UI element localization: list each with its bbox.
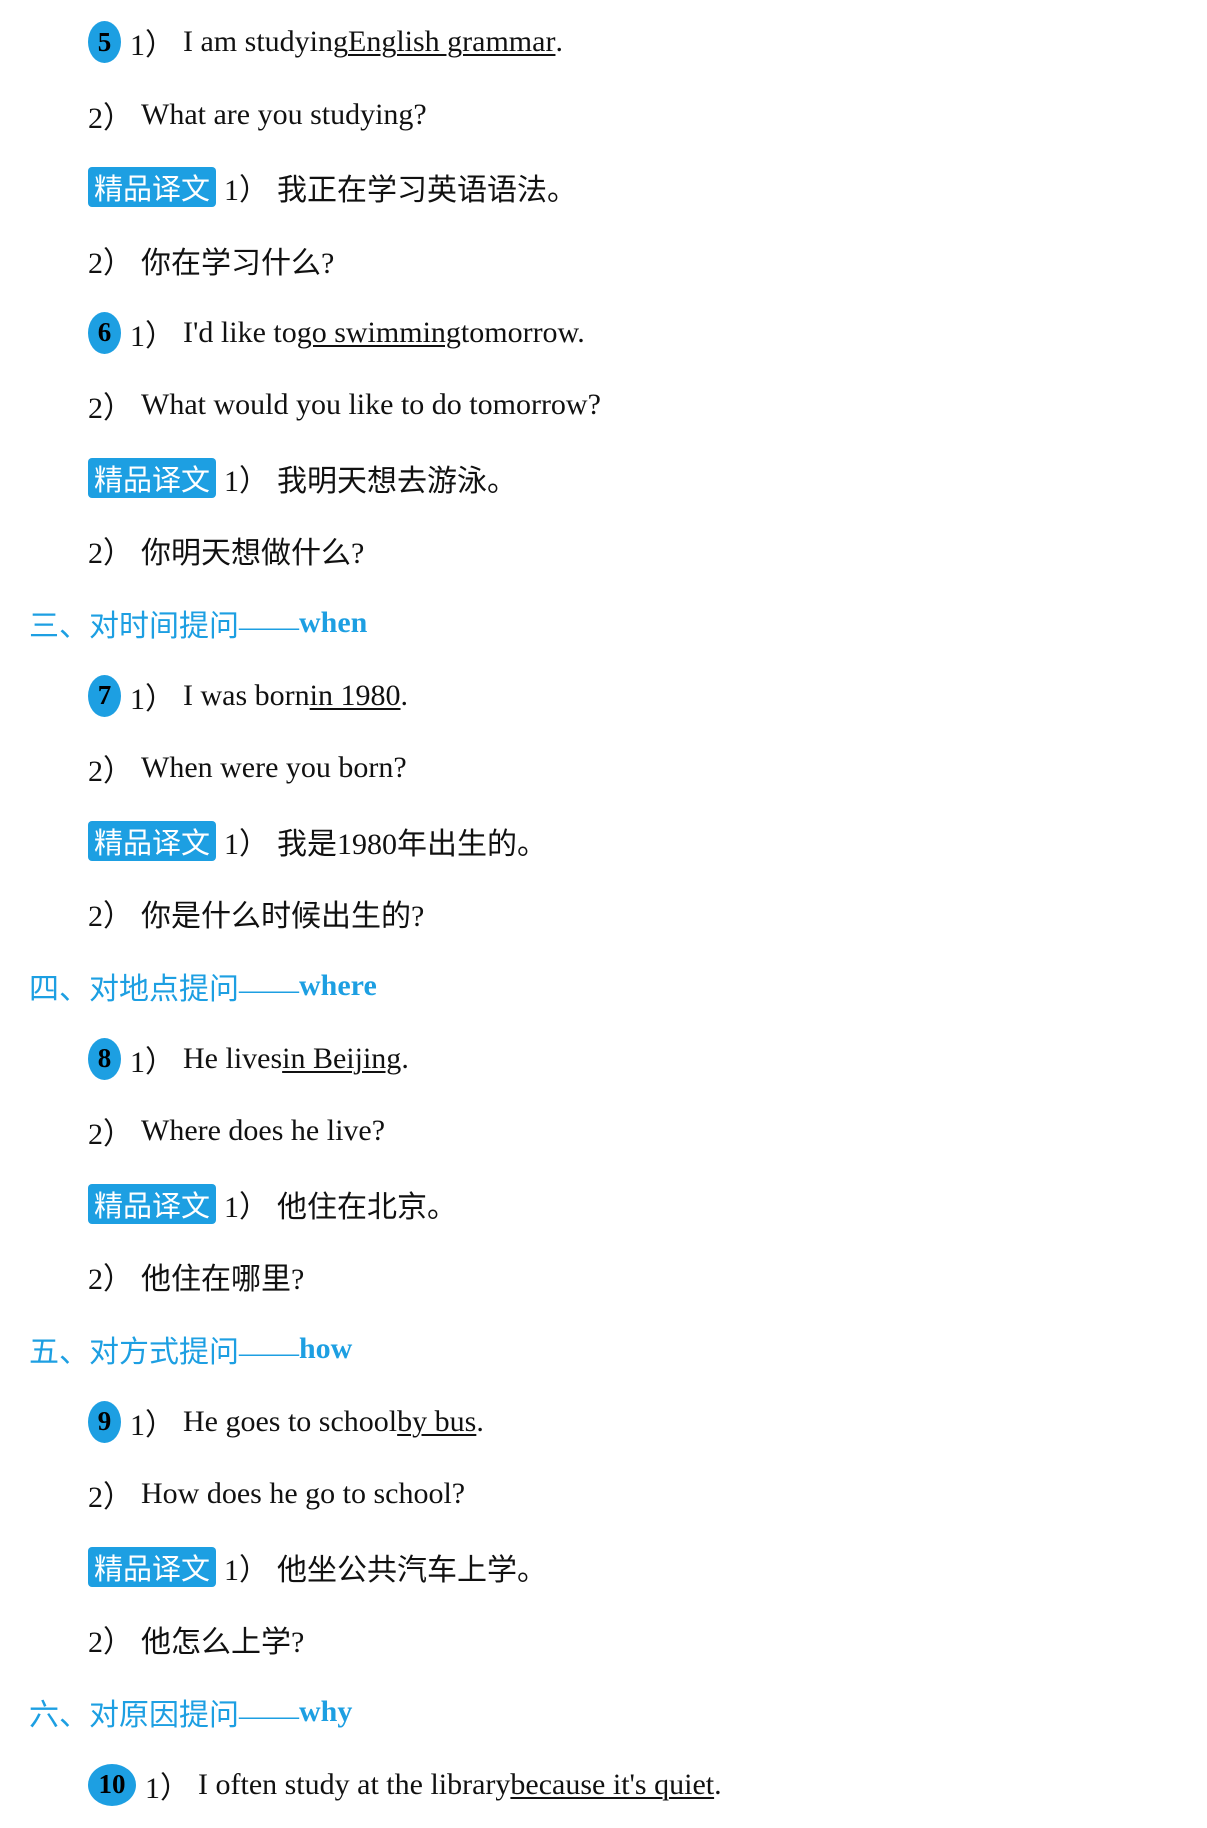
sentence-text-end: . [555, 25, 563, 59]
translation-tag: 精品译文 [88, 457, 216, 498]
underlined-answer: English grammar [348, 25, 556, 59]
line-number: 1） [224, 1190, 269, 1224]
example-sentence-row: 9 1） He goes to school by bus. [0, 1385, 1207, 1458]
sentence-text: I am studying [183, 25, 348, 59]
sentence-text-end: . [400, 678, 408, 712]
translation-row: 精品译文 1） 他住在北京。 [0, 1168, 1207, 1241]
question-text: When were you born? [141, 751, 407, 785]
example-sentence-row: 6 1） I'd like to go swimming tomorrow. [0, 296, 1207, 369]
item-number-badge: 6 [88, 311, 121, 354]
line-number: 1） [130, 682, 175, 716]
question-text: Where does he live? [141, 1114, 386, 1148]
line-number: 1） [145, 1771, 190, 1805]
line-number: 2） [88, 1118, 133, 1152]
section-heading-label: 五、对方式提问—— [29, 1335, 299, 1369]
sentence-text: I often study at the library [198, 1767, 511, 1801]
line-number: 1） [224, 1553, 269, 1587]
section-heading-label: 四、对地点提问—— [29, 973, 299, 1007]
question-sentence-row: 2） When were you born? [0, 732, 1207, 805]
underlined-answer: by bus [397, 1404, 477, 1438]
sentence-text: I was born [183, 678, 310, 712]
underlined-answer: in Beijing [282, 1041, 402, 1075]
translation-text: 他住在北京。 [277, 1190, 457, 1224]
line-number: 2） [88, 1263, 133, 1297]
line-number: 2） [88, 1481, 133, 1515]
section-heading-how: 五、对方式提问—— how [0, 1313, 1207, 1386]
translation-text: 他怎么上学? [141, 1626, 305, 1660]
sentence-text: He goes to school [183, 1404, 398, 1438]
item-number-badge: 9 [88, 1400, 121, 1443]
line-number: 2） [88, 537, 133, 571]
translation-row: 2） 他怎么上学? [0, 1603, 1207, 1676]
section-heading-why: 六、对原因提问—— why [0, 1676, 1207, 1749]
translation-text: 我正在学习英语语法。 [277, 174, 577, 208]
line-number: 2） [88, 392, 133, 426]
section-heading-label: 三、对时间提问—— [29, 610, 299, 644]
translation-row: 精品译文 1） 我明天想去游泳。 [0, 442, 1207, 515]
section-heading-where: 四、对地点提问—— where [0, 950, 1207, 1023]
line-number: 1） [224, 827, 269, 861]
line-number: 2） [88, 900, 133, 934]
translation-row: 2） 你明天想做什么? [0, 514, 1207, 587]
underlined-answer: go swimming [296, 315, 461, 349]
example-sentence-row: 8 1） He lives in Beijing. [0, 1022, 1207, 1095]
line-number: 1） [130, 1408, 175, 1442]
translation-tag: 精品译文 [88, 1546, 216, 1587]
translation-text: 你在学习什么? [141, 247, 335, 281]
example-sentence-row: 10 1） I often study at the library becau… [0, 1748, 1207, 1821]
line-number: 2） [88, 1626, 133, 1660]
sentence-text-end: . [714, 1767, 722, 1801]
translation-row: 精品译文 1） 他坐公共汽车上学。 [0, 1530, 1207, 1603]
item-number-badge: 7 [88, 674, 121, 717]
translation-text: 他坐公共汽车上学。 [277, 1553, 547, 1587]
translation-row: 2） 你在学习什么? [0, 224, 1207, 297]
line-number: 1） [130, 29, 175, 63]
translation-tag: 精品译文 [88, 820, 216, 861]
sentence-text: He lives [183, 1041, 283, 1075]
sentence-text-end: . [401, 1041, 409, 1075]
line-number: 1） [130, 319, 175, 353]
line-number: 2） [88, 247, 133, 281]
question-text: What are you studying? [141, 97, 427, 131]
item-number-badge: 8 [88, 1037, 121, 1080]
example-sentence-row: 5 1） I am studying English grammar. [0, 6, 1207, 79]
translation-text: 你明天想做什么? [141, 537, 365, 571]
sentence-text-end: . [476, 1404, 484, 1438]
translation-tag: 精品译文 [88, 167, 216, 208]
line-number: 2） [88, 755, 133, 789]
section-heading-keyword: where [299, 969, 377, 1003]
sentence-text-end: tomorrow. [460, 315, 585, 349]
translation-tag: 精品译文 [88, 1183, 216, 1224]
question-sentence-row: 2） Where does he live? [0, 1095, 1207, 1168]
translation-row: 精品译文 1） 我是1980年出生的。 [0, 805, 1207, 878]
translation-text: 你是什么时候出生的? [141, 900, 425, 934]
translation-text: 我明天想去游泳。 [277, 464, 517, 498]
section-heading-keyword: why [299, 1694, 353, 1728]
line-number: 1） [224, 464, 269, 498]
underlined-answer: in 1980 [309, 678, 401, 712]
section-heading-label: 六、对原因提问—— [29, 1698, 299, 1732]
section-heading-keyword: when [299, 606, 368, 640]
section-heading-keyword: how [299, 1331, 353, 1365]
item-number-badge: 5 [88, 21, 121, 64]
question-sentence-row: 2） What are you studying? [0, 79, 1207, 152]
translation-row: 2） 他住在哪里? [0, 1240, 1207, 1313]
translation-text: 他住在哪里? [141, 1263, 305, 1297]
question-text: How does he go to school? [141, 1477, 466, 1511]
question-sentence-row: 2） What would you like to do tomorrow? [0, 369, 1207, 442]
section-heading-when: 三、对时间提问—— when [0, 587, 1207, 660]
line-number: 1） [224, 174, 269, 208]
question-text: What would you like to do tomorrow? [141, 388, 601, 422]
underlined-answer: because it's quiet [510, 1767, 715, 1801]
translation-row: 精品译文 1） 我正在学习英语语法。 [0, 151, 1207, 224]
question-sentence-row: 2） How does he go to school? [0, 1458, 1207, 1531]
document-page: 5 1） I am studying English grammar. 2） W… [0, 6, 1207, 1821]
translation-row: 2） 你是什么时候出生的? [0, 877, 1207, 950]
item-number-badge: 10 [88, 1763, 136, 1806]
line-number: 1） [130, 1045, 175, 1079]
sentence-text: I'd like to [183, 315, 297, 349]
line-number: 2） [88, 101, 133, 135]
translation-text: 我是1980年出生的。 [277, 827, 547, 861]
example-sentence-row: 7 1） I was born in 1980. [0, 659, 1207, 732]
